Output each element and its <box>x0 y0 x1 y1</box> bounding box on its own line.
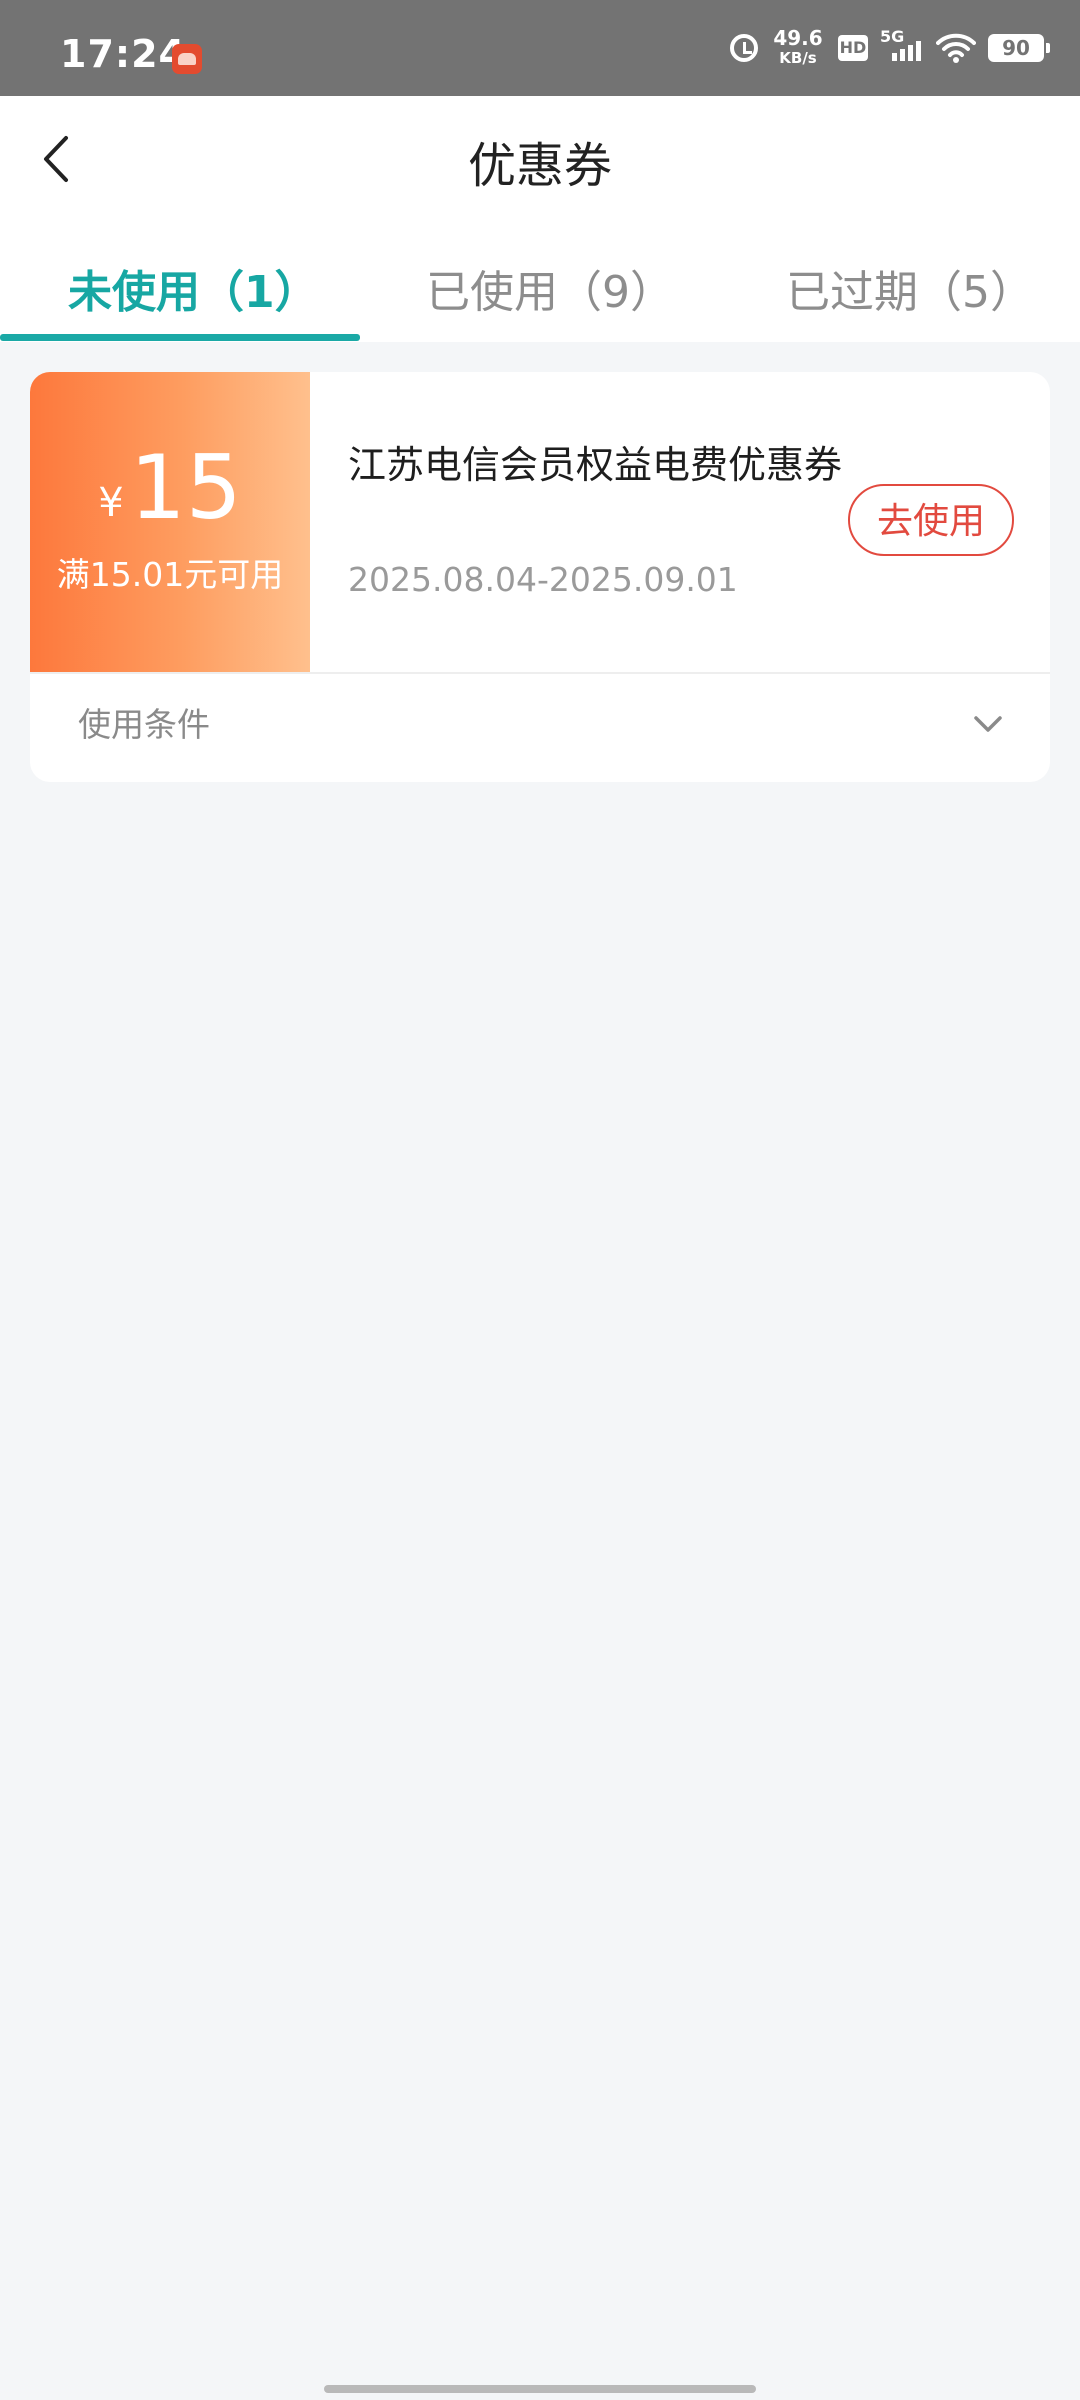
use-coupon-button[interactable]: 去使用 <box>848 484 1014 556</box>
currency-symbol: ¥ <box>98 480 124 526</box>
battery-icon: 90 <box>988 34 1050 62</box>
tab-used[interactable]: 已使用（9） <box>426 256 674 320</box>
app-notification-icon <box>172 44 202 74</box>
coupon-amount: 15 <box>129 436 242 539</box>
status-time: 17:24 <box>60 32 186 76</box>
coupon-tabs: 未使用（1） 已使用（9） 已过期（5） <box>0 220 1080 342</box>
active-tab-indicator <box>0 334 360 341</box>
coupon-validity: 2025.08.04-2025.09.01 <box>348 560 738 599</box>
network-speed-value: 49.6 <box>773 26 823 50</box>
coupon-card: ¥ 15 满15.01元可用 江苏电信会员权益电费优惠券 2025.08.04-… <box>30 372 1050 782</box>
status-bar: 17:24 49.6 KB/s HD 5G 90 <box>0 0 1080 96</box>
alarm-icon <box>730 34 758 62</box>
tab-expired[interactable]: 已过期（5） <box>786 256 1034 320</box>
usage-conditions-toggle[interactable]: 使用条件 <box>30 674 1050 782</box>
signal-icon: 5G <box>880 27 924 63</box>
coupon-value-panel: ¥ 15 满15.01元可用 <box>30 372 310 672</box>
page-header: 优惠券 <box>0 96 1080 220</box>
coupon-amount-row: ¥ 15 <box>30 442 310 534</box>
status-icons: 49.6 KB/s HD 5G 90 <box>730 0 1050 96</box>
network-speed: 49.6 KB/s <box>770 26 826 67</box>
usage-conditions-label: 使用条件 <box>78 705 210 744</box>
wifi-icon <box>936 33 976 63</box>
page-title: 优惠券 <box>467 138 612 194</box>
home-indicator[interactable] <box>324 2385 756 2393</box>
chevron-down-icon <box>974 716 1002 732</box>
coupon-min-spend: 满15.01元可用 <box>56 555 284 594</box>
tab-unused[interactable]: 未使用（1） <box>68 256 319 320</box>
coupon-name: 江苏电信会员权益电费优惠券 <box>348 443 843 487</box>
hd-icon: HD <box>838 35 868 61</box>
network-speed-unit: KB/s <box>779 49 817 67</box>
